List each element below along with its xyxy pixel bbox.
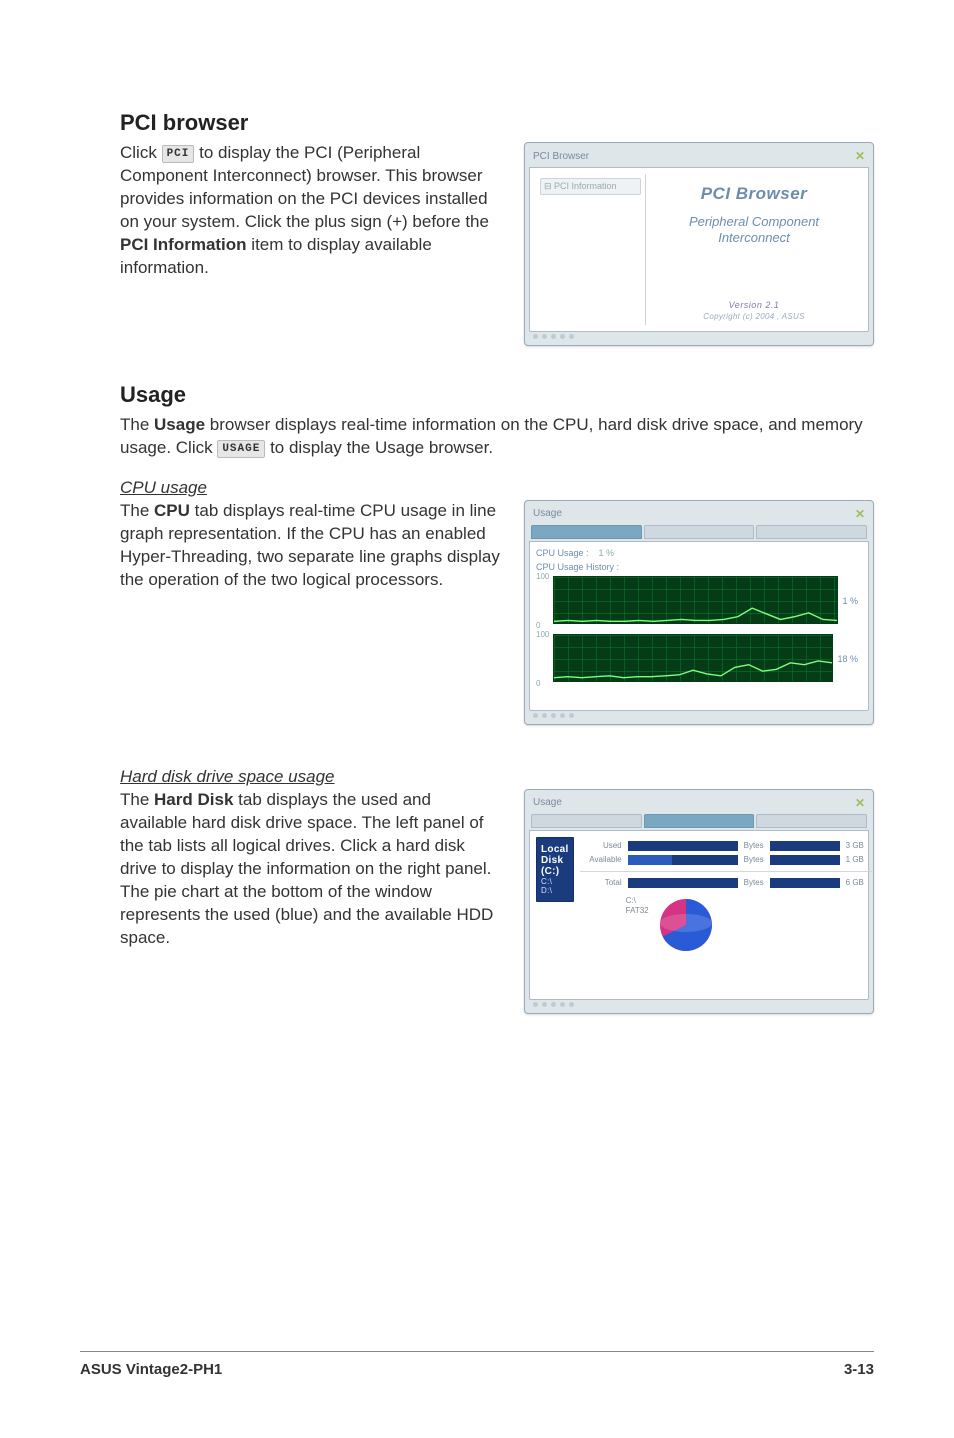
window-bottombar xyxy=(529,711,869,720)
bar-used xyxy=(628,841,738,851)
close-icon[interactable]: ✕ xyxy=(855,796,865,810)
hdd-window-title: Usage xyxy=(533,797,562,808)
tab-mem[interactable] xyxy=(756,525,867,539)
pci-info-bold: PCI Information xyxy=(120,235,247,254)
cpu-graph-1-pct: 18 % xyxy=(837,630,862,688)
hdd-details: Used Bytes 3 GB Available Bytes 1 GB xyxy=(580,837,872,993)
pci-tree-root[interactable]: ⊟ PCI Information xyxy=(540,178,641,195)
pci-window-title: PCI Browser xyxy=(533,151,589,162)
page-footer: ASUS Vintage2-PH1 3-13 xyxy=(0,1361,954,1378)
footer-right: 3-13 xyxy=(844,1361,874,1378)
cpu-window: Usage ✕ CPU Usage : 1 % CPU Usage Histor… xyxy=(524,500,874,725)
cpu-subhead: CPU usage xyxy=(120,478,874,498)
close-icon[interactable]: ✕ xyxy=(855,149,865,163)
pci-info-pane: PCI Browser Peripheral Component Interco… xyxy=(646,174,862,325)
pci-paragraph: Click PCI to display the PCI (Peripheral… xyxy=(120,142,500,280)
bar-total xyxy=(628,878,738,888)
pci-heading: PCI browser xyxy=(120,110,874,136)
section-pci: PCI browser Click PCI to display the PCI… xyxy=(120,110,874,346)
window-bottombar xyxy=(529,332,869,341)
tab-hdd[interactable] xyxy=(644,814,755,828)
bar-avail xyxy=(628,855,738,865)
hdd-drive-list[interactable]: Local Disk (C:) C:\ D:\ xyxy=(536,837,574,993)
tab-mem[interactable] xyxy=(756,814,867,828)
cpu-usage-label: CPU Usage : xyxy=(536,548,589,558)
cpu-usage-value: 1 % xyxy=(599,548,615,558)
hdd-row-total: Total Bytes 6 GB xyxy=(580,878,872,888)
hdd-row-used: Used Bytes 3 GB xyxy=(580,841,872,851)
pci-version: Version 2.1 xyxy=(652,300,856,310)
hdd-window: Usage ✕ Local Disk (C:) C:\ D:\ xyxy=(524,789,874,1014)
pci-pane-sub1: Peripheral Component xyxy=(652,214,856,230)
section-hdd: Hard disk drive space usage The Hard Dis… xyxy=(120,767,874,1014)
cpu-graph-0-pct: 1 % xyxy=(842,572,862,630)
hdd-subhead: Hard disk drive space usage xyxy=(120,767,874,787)
hdd-row-avail: Available Bytes 1 GB xyxy=(580,855,872,865)
cpu-history-label: CPU Usage History : xyxy=(536,562,862,572)
cpu-paragraph: The CPU tab displays real-time CPU usage… xyxy=(120,500,500,592)
cpu-tabs[interactable] xyxy=(529,525,869,541)
cpu-graph-1 xyxy=(553,634,833,682)
usage-heading: Usage xyxy=(120,382,874,408)
pci-pane-title: PCI Browser xyxy=(652,184,856,204)
pci-window: PCI Browser ✕ ⊟ PCI Information PCI Brow… xyxy=(524,142,874,346)
close-icon[interactable]: ✕ xyxy=(855,507,865,521)
pci-pane-sub2: Interconnect xyxy=(652,230,856,246)
pci-tree[interactable]: ⊟ PCI Information xyxy=(536,174,646,325)
window-bottombar xyxy=(529,1000,869,1009)
hdd-drive-c[interactable]: Local Disk (C:) C:\ D:\ xyxy=(536,837,574,902)
footer-left: ASUS Vintage2-PH1 xyxy=(80,1361,222,1378)
tab-cpu[interactable] xyxy=(531,814,642,828)
tab-hdd[interactable] xyxy=(644,525,755,539)
usage-inline-button: USAGE xyxy=(217,440,265,458)
pci-copyright: Copyright (c) 2004 , ASUS xyxy=(652,312,856,321)
cpu-graph-0 xyxy=(553,576,838,624)
tab-cpu[interactable] xyxy=(531,525,642,539)
pie-icon xyxy=(657,896,715,954)
usage-intro: The Usage browser displays real-time inf… xyxy=(120,414,874,460)
cpu-window-title: Usage xyxy=(533,508,562,519)
pci-inline-button: PCI xyxy=(162,145,195,163)
hdd-paragraph: The Hard Disk tab displays the used and … xyxy=(120,789,500,950)
section-cpu: CPU usage The CPU tab displays real-time… xyxy=(120,478,874,725)
hdd-tabs[interactable] xyxy=(529,814,869,830)
hdd-pie: C:\ FAT32 xyxy=(626,896,872,954)
section-usage: Usage The Usage browser displays real-ti… xyxy=(120,382,874,460)
